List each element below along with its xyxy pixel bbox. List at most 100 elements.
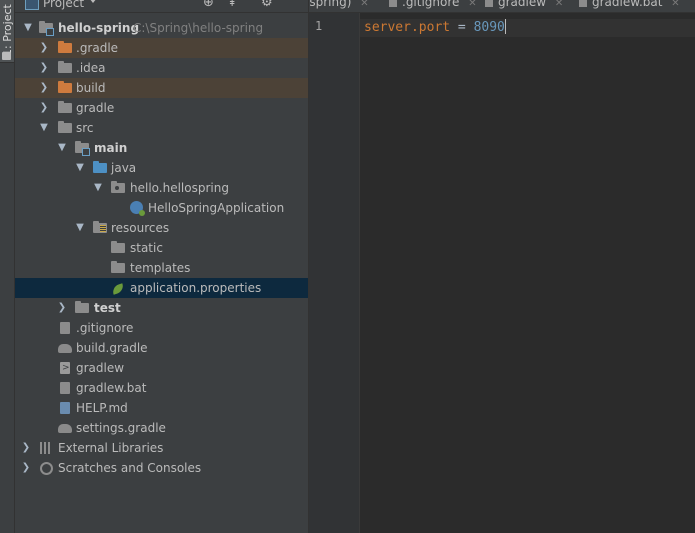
project-panel: Project ⊕ ⇞ ⚙ ▼ hello-spring C:\Spring\h… xyxy=(15,0,309,533)
tree-item-gradle-folder[interactable]: ❯ gradle xyxy=(15,98,308,118)
line-number-gutter: 1 xyxy=(309,13,360,533)
tree-item-idea[interactable]: ❯ .idea xyxy=(15,58,308,78)
folder-icon xyxy=(111,261,125,273)
close-icon[interactable]: ✕ xyxy=(671,0,679,9)
chevron-down-icon[interactable]: ▼ xyxy=(39,118,49,138)
tree-item-label: build.gradle xyxy=(76,341,148,355)
spring-class-icon xyxy=(130,201,145,216)
tree-item-gitignore[interactable]: .gitignore xyxy=(15,318,308,338)
tree-item-label: java xyxy=(111,161,137,175)
tree-item-templates[interactable]: templates xyxy=(15,258,308,278)
tree-item-main[interactable]: ▼ main xyxy=(15,138,308,158)
gear-icon[interactable]: ⚙ xyxy=(261,0,273,10)
tree-item-label: Scratches and Consoles xyxy=(58,461,202,475)
property-key: server.port xyxy=(364,20,451,35)
tree-item-help-md[interactable]: HELP.md xyxy=(15,398,308,418)
property-operator: = xyxy=(450,20,474,35)
project-panel-header: Project ⊕ ⇞ ⚙ xyxy=(15,0,308,13)
tree-item-test[interactable]: ❯ test xyxy=(15,298,308,318)
chevron-right-icon[interactable]: ❯ xyxy=(39,58,49,78)
tree-item-settings-gradle[interactable]: settings.gradle xyxy=(15,418,308,438)
tree-item-java[interactable]: ▼ java xyxy=(15,158,308,178)
left-tool-strip: 1: Project xyxy=(0,0,15,533)
tree-item-app-properties[interactable]: application.properties xyxy=(15,278,308,298)
tree-item-path: C:\Spring\hello-spring xyxy=(133,21,264,35)
tree-item-root[interactable]: ▼ hello-spring C:\Spring\hello-spring xyxy=(15,18,308,38)
tree-item-resources[interactable]: ▼ resources xyxy=(15,218,308,238)
tree-item-scratches[interactable]: ❯ Scratches and Consoles xyxy=(15,458,308,478)
folder-icon xyxy=(58,41,72,53)
chevron-right-icon[interactable]: ❯ xyxy=(39,78,49,98)
editor-tab[interactable]: -spring) ✕ xyxy=(309,0,369,11)
tree-item-label: test xyxy=(94,301,121,315)
chevron-right-icon[interactable]: ❯ xyxy=(39,38,49,58)
tree-item-label: .gitignore xyxy=(76,321,134,335)
editor-tab-label: .gitignore xyxy=(402,0,460,9)
tree-item-label: src xyxy=(76,121,94,135)
close-icon[interactable]: ✕ xyxy=(360,0,368,9)
tree-item-label: application.properties xyxy=(130,281,262,295)
tree-item-src[interactable]: ▼ src xyxy=(15,118,308,138)
collapse-all-icon[interactable]: ⇞ xyxy=(227,0,237,9)
line-number: 1 xyxy=(315,19,323,33)
shell-script-icon xyxy=(485,0,493,7)
folder-icon xyxy=(58,61,72,73)
structure-icon[interactable] xyxy=(2,52,11,60)
ignore-file-icon xyxy=(389,0,397,7)
editor-area: -spring) ✕ .gitignore ✕ gradlew ✕ gradle… xyxy=(309,0,695,533)
tree-item-build[interactable]: ❯ build xyxy=(15,78,308,98)
editor-tab-label: gradlew.bat xyxy=(592,0,663,9)
tree-item-static[interactable]: static xyxy=(15,238,308,258)
chevron-down-icon[interactable]: ▼ xyxy=(23,18,33,38)
locate-icon[interactable]: ⊕ xyxy=(203,0,214,10)
tree-item-label: .idea xyxy=(76,61,106,75)
editor-tab[interactable]: gradlew ✕ xyxy=(485,0,563,11)
markdown-file-icon xyxy=(60,402,70,414)
chevron-right-icon[interactable]: ❯ xyxy=(57,298,67,318)
tree-item-gradle-dir[interactable]: ❯ .gradle xyxy=(15,38,308,58)
chevron-down-icon[interactable]: ▼ xyxy=(57,138,67,158)
tree-item-external-libraries[interactable]: ❯ External Libraries xyxy=(15,438,308,458)
chevron-down-icon[interactable] xyxy=(89,0,97,3)
chevron-down-icon[interactable]: ▼ xyxy=(75,218,85,238)
chevron-right-icon[interactable]: ❯ xyxy=(21,458,31,478)
project-view-icon xyxy=(25,0,39,10)
editor-tab[interactable]: .gitignore ✕ xyxy=(389,0,477,11)
tree-item-label: HelloSpringApplication xyxy=(148,201,285,215)
chevron-right-icon[interactable]: ❯ xyxy=(39,98,49,118)
spring-properties-icon xyxy=(110,283,126,295)
tree-item-label: main xyxy=(94,141,128,155)
tree-item-label: settings.gradle xyxy=(76,421,166,435)
property-value: 8090 xyxy=(473,20,505,35)
folder-icon xyxy=(111,241,125,253)
tree-item-label: gradlew xyxy=(76,361,125,375)
scratches-icon xyxy=(40,462,53,475)
chevron-down-icon[interactable]: ▼ xyxy=(93,178,103,198)
module-folder-icon xyxy=(75,141,90,156)
batch-file-icon xyxy=(579,0,587,7)
libraries-icon xyxy=(40,442,52,454)
editor-tab[interactable]: gradlew.bat ✕ xyxy=(579,0,680,11)
tree-item-build-gradle[interactable]: build.gradle xyxy=(15,338,308,358)
folder-icon xyxy=(58,81,72,93)
tree-item-gradlew[interactable]: gradlew xyxy=(15,358,308,378)
text-caret xyxy=(504,19,506,34)
code-editor[interactable]: server.port = 8090 xyxy=(364,19,506,37)
tree-item-label: build xyxy=(76,81,106,95)
folder-icon xyxy=(58,101,72,113)
project-view-title[interactable]: Project xyxy=(43,0,84,10)
tree-item-gradlew-bat[interactable]: gradlew.bat xyxy=(15,378,308,398)
chevron-down-icon[interactable]: ▼ xyxy=(75,158,85,178)
module-folder-icon xyxy=(39,21,54,36)
tree-item-label: .gradle xyxy=(76,41,119,55)
close-icon[interactable]: ✕ xyxy=(555,0,563,9)
project-tool-tab-label: 1: Project xyxy=(1,4,14,56)
chevron-right-icon[interactable]: ❯ xyxy=(21,438,31,458)
tree-item-package[interactable]: ▼ hello.hellospring xyxy=(15,178,308,198)
tree-item-app-class[interactable]: HelloSpringApplication xyxy=(15,198,308,218)
source-folder-icon xyxy=(93,161,107,173)
editor-tab-label: -spring) xyxy=(309,0,352,9)
close-icon[interactable]: ✕ xyxy=(468,0,476,9)
folder-icon xyxy=(58,121,72,133)
editor-tab-bar: -spring) ✕ .gitignore ✕ gradlew ✕ gradle… xyxy=(309,0,695,13)
